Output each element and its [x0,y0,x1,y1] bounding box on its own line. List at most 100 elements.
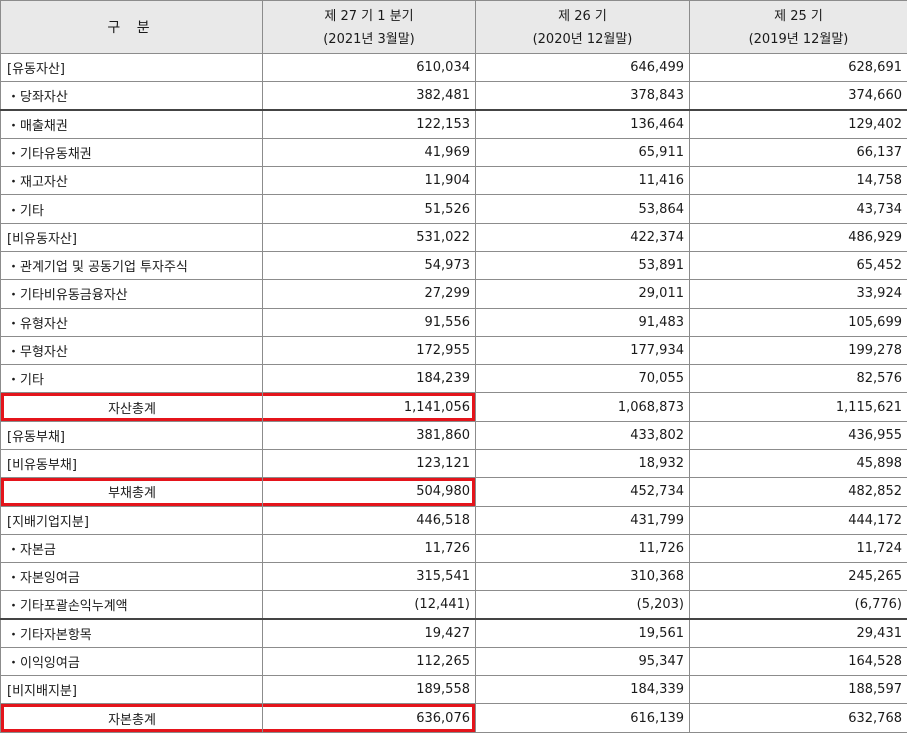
row-value: 446,518 [262,505,476,535]
row-value: 91,556 [262,307,476,337]
header-title: 제 27 기 1 분기 [324,9,414,24]
header-period-27q1: 제 27 기 1 분기 (2021년 3월말) [262,0,476,54]
row-value: 1,068,873 [475,392,690,422]
row-value: 1,115,621 [689,392,907,422]
table-row-other-non-current-financial-assets: ・기타비유동금융자산 27,299 29,011 33,924 [0,279,907,309]
row-value: 486,929 [689,222,907,252]
row-value: (6,776) [689,590,907,620]
row-value: 382,481 [262,81,476,111]
row-value: 14,758 [689,166,907,196]
financial-table: 구 분 제 27 기 1 분기 (2021년 3월말) 제 26 기 (2020… [0,0,907,733]
row-value: 11,726 [475,533,690,564]
row-value: 29,011 [475,279,690,309]
header-title: 제 25 기 [774,9,823,24]
row-value: 184,239 [262,364,476,394]
table-row-tangible-assets: ・유형자산 91,556 91,483 105,699 [0,307,907,337]
table-row-non-controlling-interest: [비지배지분] 189,558 184,339 188,597 [0,675,907,705]
row-value: 444,172 [689,505,907,535]
row-value: 164,528 [689,646,907,677]
table-row-quick-assets: ・당좌자산 382,481 378,843 374,660 [0,81,907,111]
row-label: ・자본금 [0,533,263,564]
row-value: 189,558 [262,675,476,705]
row-label: ・이익잉여금 [0,646,263,677]
row-label: ・무형자산 [0,335,263,366]
row-value: 504,980 [262,477,476,507]
row-value: 29,431 [689,618,907,648]
row-value: 632,768 [689,703,907,733]
row-label: ・기타비유동금융자산 [0,279,263,309]
row-value: 431,799 [475,505,690,535]
row-label: [비지배지분] [0,675,263,705]
row-value: 433,802 [475,420,690,450]
header-period-26: 제 26 기 (2020년 12월말) [475,0,690,54]
row-label: 자본총계 [0,703,263,733]
table-row-total-liabilities: 부채총계 504,980 452,734 482,852 [0,477,907,507]
row-label: ・기타유동채권 [0,137,263,168]
header-subtitle: (2019년 12월말) [748,32,849,47]
row-value: 381,860 [262,420,476,450]
row-value: 27,299 [262,279,476,309]
table-row-current-liabilities: [유동부채] 381,860 433,802 436,955 [0,420,907,450]
row-label: ・재고자산 [0,166,263,196]
row-label: [비유동부채] [0,448,263,479]
row-value: 436,955 [689,420,907,450]
header-subtitle: (2020년 12월말) [532,32,633,47]
row-value: 616,139 [475,703,690,733]
row-label: ・기타 [0,194,263,224]
row-label: [유동자산] [0,52,263,83]
row-value: 628,691 [689,52,907,83]
header-period-25: 제 25 기 (2019년 12월말) [689,0,907,54]
row-value: 315,541 [262,562,476,592]
row-value: 646,499 [475,52,690,83]
table-row-inventories: ・재고자산 11,904 11,416 14,758 [0,166,907,196]
row-value: 378,843 [475,81,690,111]
table-row-capital-surplus: ・자본잉여금 315,541 310,368 245,265 [0,562,907,592]
table-row-current-other: ・기타 51,526 53,864 43,734 [0,194,907,224]
row-value: 452,734 [475,477,690,507]
row-value: 188,597 [689,675,907,705]
table-row-intangible-assets: ・무형자산 172,955 177,934 199,278 [0,335,907,366]
table-row-other-current-receivables: ・기타유동채권 41,969 65,911 66,137 [0,137,907,168]
row-value: 610,034 [262,52,476,83]
row-value: 531,022 [262,222,476,252]
table-row-non-current-other: ・기타 184,239 70,055 82,576 [0,364,907,394]
row-label: [유동부채] [0,420,263,450]
row-label: 자산총계 [0,392,263,422]
table-row-total-assets: 자산총계 1,141,056 1,068,873 1,115,621 [0,392,907,422]
row-value: 11,726 [262,533,476,564]
row-value: 136,464 [475,109,690,139]
row-value: 636,076 [262,703,476,733]
row-value: 91,483 [475,307,690,337]
table-row-non-current-assets: [비유동자산] 531,022 422,374 486,929 [0,222,907,252]
row-value: 66,137 [689,137,907,168]
row-value: 245,265 [689,562,907,592]
row-value: 374,660 [689,81,907,111]
row-label: ・기타 [0,364,263,394]
table-row-trade-receivables: ・매출채권 122,153 136,464 129,402 [0,109,907,139]
row-value: (5,203) [475,590,690,620]
row-value: 11,904 [262,166,476,196]
row-label: ・기타자본항목 [0,618,263,648]
row-value: 422,374 [475,222,690,252]
row-value: 105,699 [689,307,907,337]
row-label: ・관계기업 및 공동기업 투자주식 [0,250,263,281]
row-value: 177,934 [475,335,690,366]
row-label: [지배기업지분] [0,505,263,535]
row-value: 53,891 [475,250,690,281]
row-value: 65,452 [689,250,907,281]
row-value: 95,347 [475,646,690,677]
table-row-controlling-interest: [지배기업지분] 446,518 431,799 444,172 [0,505,907,535]
row-value: 122,153 [262,109,476,139]
table-row-total-equity: 자본총계 636,076 616,139 632,768 [0,703,907,733]
row-value: 82,576 [689,364,907,394]
row-label: ・유형자산 [0,307,263,337]
row-value: 199,278 [689,335,907,366]
row-label: ・자본잉여금 [0,562,263,592]
row-value: 53,864 [475,194,690,224]
table-row-other-capital-items: ・기타자본항목 19,427 19,561 29,431 [0,618,907,648]
row-value: 18,932 [475,448,690,479]
row-value: 33,924 [689,279,907,309]
row-value: 112,265 [262,646,476,677]
row-label: ・매출채권 [0,109,263,139]
table-row-retained-earnings: ・이익잉여금 112,265 95,347 164,528 [0,646,907,677]
